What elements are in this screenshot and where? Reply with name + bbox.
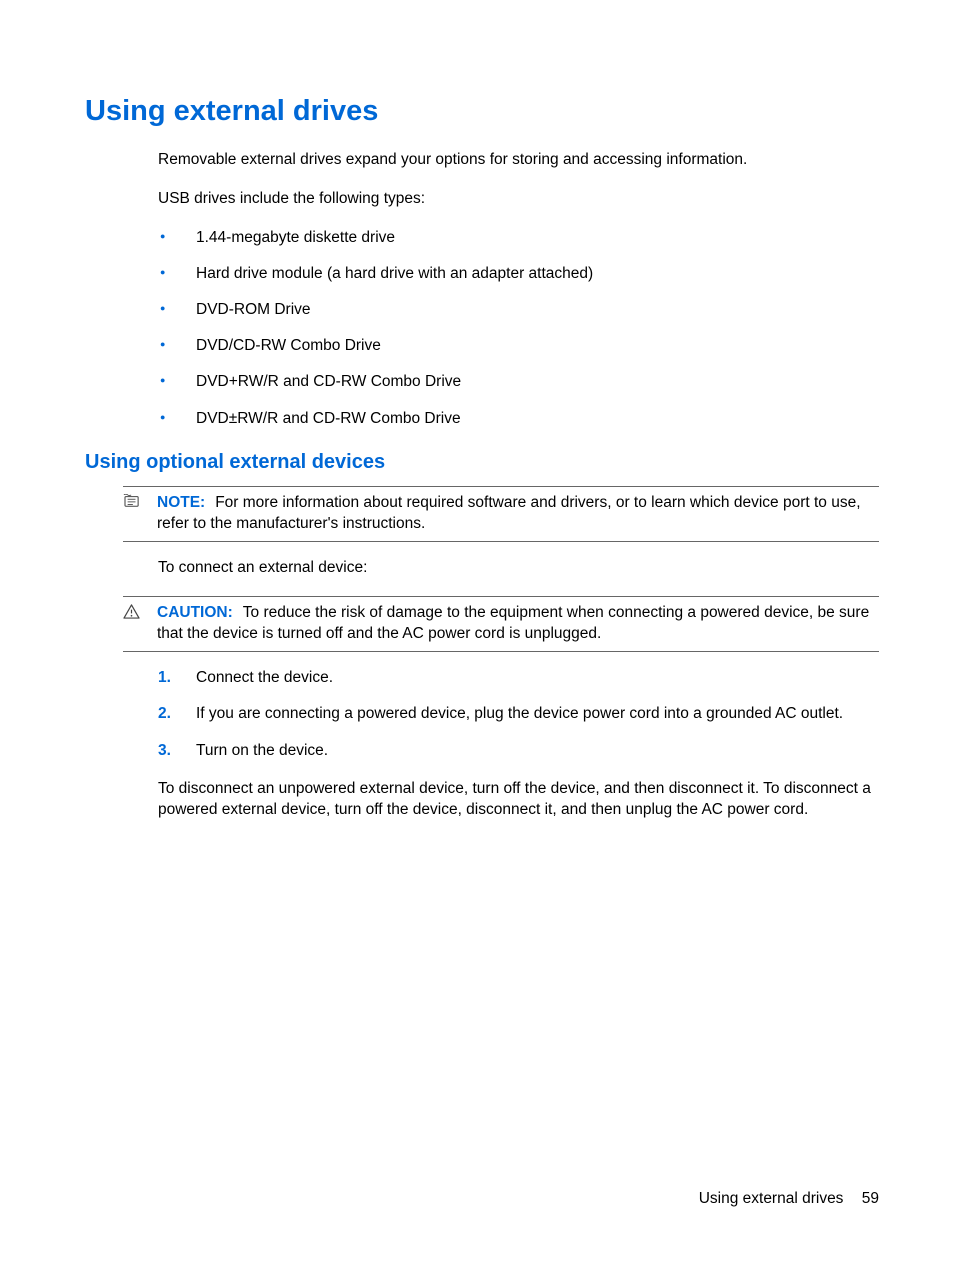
list-item: 1.44-megabyte diskette drive (158, 228, 879, 248)
footer-section-title: Using external drives (699, 1190, 844, 1207)
caution-text: To reduce the risk of damage to the equi… (157, 604, 869, 642)
step-item: Connect the device. (158, 668, 879, 688)
connect-steps: Connect the device. If you are connectin… (158, 668, 879, 760)
list-item: DVD/CD-RW Combo Drive (158, 336, 879, 356)
usb-drive-types-list: 1.44-megabyte diskette drive Hard drive … (158, 228, 879, 429)
caution-label: CAUTION: (157, 604, 233, 621)
disconnect-paragraph: To disconnect an unpowered external devi… (158, 779, 879, 821)
caution-icon (123, 603, 157, 619)
list-item: DVD+RW/R and CD-RW Combo Drive (158, 372, 879, 392)
section-heading: Using optional external devices (85, 451, 879, 474)
note-label: NOTE: (157, 494, 205, 511)
step-item: If you are connecting a powered device, … (158, 704, 879, 724)
caution-text-container: CAUTION:To reduce the risk of damage to … (157, 603, 879, 645)
list-item: Hard drive module (a hard drive with an … (158, 264, 879, 284)
note-text: For more information about required soft… (157, 494, 861, 532)
note-text-container: NOTE:For more information about required… (157, 493, 879, 535)
page-footer: Using external drives 59 (699, 1190, 879, 1208)
caution-callout: CAUTION:To reduce the risk of damage to … (123, 596, 879, 652)
connect-intro: To connect an external device: (158, 558, 879, 579)
step-item: Turn on the device. (158, 741, 879, 761)
intro-paragraph-1: Removable external drives expand your op… (158, 150, 879, 171)
note-callout: NOTE:For more information about required… (123, 486, 879, 542)
intro-paragraph-2: USB drives include the following types: (158, 189, 879, 210)
footer-page-number: 59 (862, 1190, 879, 1207)
list-item: DVD-ROM Drive (158, 300, 879, 320)
page-heading: Using external drives (85, 95, 879, 128)
note-icon (123, 493, 157, 508)
list-item: DVD±RW/R and CD-RW Combo Drive (158, 409, 879, 429)
